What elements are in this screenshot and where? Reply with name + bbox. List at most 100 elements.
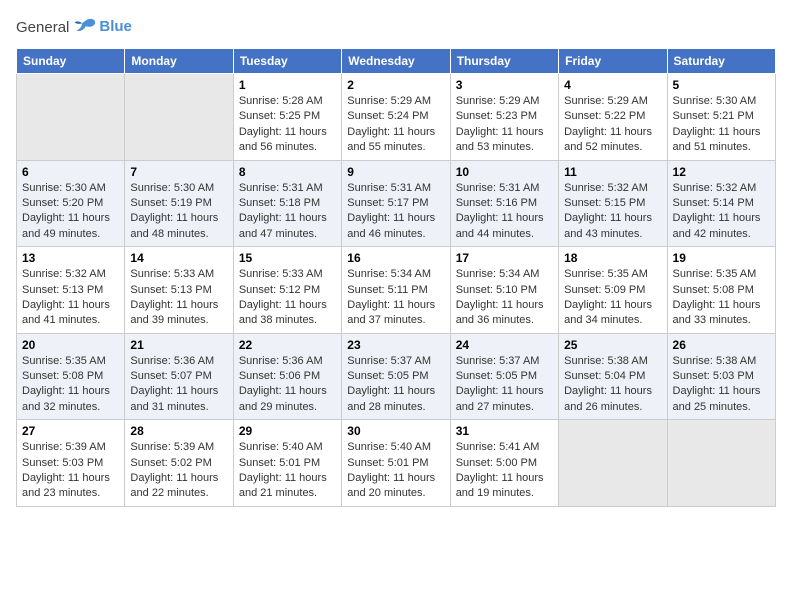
day-number: 30 [347, 424, 444, 438]
day-info: Sunrise: 5:36 AM Sunset: 5:07 PM Dayligh… [130, 354, 227, 416]
calendar-day-cell: 10 Sunrise: 5:31 AM Sunset: 5:16 PM Dayl… [450, 160, 558, 247]
day-number: 7 [130, 165, 227, 179]
day-number: 1 [239, 78, 336, 92]
day-number: 25 [564, 338, 661, 352]
day-number: 20 [22, 338, 119, 352]
daylight: Daylight: 11 hours and 21 minutes. [239, 471, 336, 502]
sunset: Sunset: 5:03 PM [22, 456, 119, 471]
daylight: Daylight: 11 hours and 42 minutes. [673, 211, 770, 242]
day-info: Sunrise: 5:36 AM Sunset: 5:06 PM Dayligh… [239, 354, 336, 416]
logo: General Blue [16, 16, 132, 38]
calendar-day-cell: 2 Sunrise: 5:29 AM Sunset: 5:24 PM Dayli… [342, 74, 450, 161]
page-header: General Blue [16, 16, 776, 38]
daylight: Daylight: 11 hours and 56 minutes. [239, 125, 336, 156]
sunset: Sunset: 5:05 PM [347, 369, 444, 384]
day-number: 6 [22, 165, 119, 179]
daylight: Daylight: 11 hours and 37 minutes. [347, 298, 444, 329]
sunrise: Sunrise: 5:37 AM [347, 354, 444, 369]
weekday-header: Saturday [667, 49, 775, 74]
day-number: 31 [456, 424, 553, 438]
day-info: Sunrise: 5:35 AM Sunset: 5:08 PM Dayligh… [22, 354, 119, 416]
sunrise: Sunrise: 5:38 AM [673, 354, 770, 369]
daylight: Daylight: 11 hours and 49 minutes. [22, 211, 119, 242]
sunset: Sunset: 5:14 PM [673, 196, 770, 211]
sunset: Sunset: 5:17 PM [347, 196, 444, 211]
sunrise: Sunrise: 5:32 AM [22, 267, 119, 282]
day-number: 13 [22, 251, 119, 265]
sunset: Sunset: 5:22 PM [564, 109, 661, 124]
sunrise: Sunrise: 5:35 AM [673, 267, 770, 282]
day-info: Sunrise: 5:34 AM Sunset: 5:11 PM Dayligh… [347, 267, 444, 329]
daylight: Daylight: 11 hours and 22 minutes. [130, 471, 227, 502]
daylight: Daylight: 11 hours and 33 minutes. [673, 298, 770, 329]
calendar-day-cell: 24 Sunrise: 5:37 AM Sunset: 5:05 PM Dayl… [450, 333, 558, 420]
day-info: Sunrise: 5:38 AM Sunset: 5:04 PM Dayligh… [564, 354, 661, 416]
calendar-day-cell: 21 Sunrise: 5:36 AM Sunset: 5:07 PM Dayl… [125, 333, 233, 420]
day-info: Sunrise: 5:30 AM Sunset: 5:21 PM Dayligh… [673, 94, 770, 156]
sunrise: Sunrise: 5:40 AM [347, 440, 444, 455]
day-number: 16 [347, 251, 444, 265]
sunrise: Sunrise: 5:30 AM [130, 181, 227, 196]
day-info: Sunrise: 5:30 AM Sunset: 5:19 PM Dayligh… [130, 181, 227, 243]
calendar-day-cell: 13 Sunrise: 5:32 AM Sunset: 5:13 PM Dayl… [17, 247, 125, 334]
sunset: Sunset: 5:01 PM [239, 456, 336, 471]
sunset: Sunset: 5:24 PM [347, 109, 444, 124]
sunrise: Sunrise: 5:36 AM [239, 354, 336, 369]
sunrise: Sunrise: 5:32 AM [673, 181, 770, 196]
day-info: Sunrise: 5:38 AM Sunset: 5:03 PM Dayligh… [673, 354, 770, 416]
calendar-day-cell: 5 Sunrise: 5:30 AM Sunset: 5:21 PM Dayli… [667, 74, 775, 161]
day-info: Sunrise: 5:32 AM Sunset: 5:14 PM Dayligh… [673, 181, 770, 243]
day-info: Sunrise: 5:33 AM Sunset: 5:13 PM Dayligh… [130, 267, 227, 329]
day-number: 11 [564, 165, 661, 179]
logo-general: General [16, 19, 69, 36]
sunrise: Sunrise: 5:33 AM [239, 267, 336, 282]
calendar-day-cell: 4 Sunrise: 5:29 AM Sunset: 5:22 PM Dayli… [559, 74, 667, 161]
weekday-header: Thursday [450, 49, 558, 74]
daylight: Daylight: 11 hours and 31 minutes. [130, 384, 227, 415]
sunrise: Sunrise: 5:29 AM [456, 94, 553, 109]
day-number: 8 [239, 165, 336, 179]
sunrise: Sunrise: 5:39 AM [22, 440, 119, 455]
day-info: Sunrise: 5:31 AM Sunset: 5:16 PM Dayligh… [456, 181, 553, 243]
day-number: 28 [130, 424, 227, 438]
day-number: 4 [564, 78, 661, 92]
day-number: 10 [456, 165, 553, 179]
calendar-day-cell: 23 Sunrise: 5:37 AM Sunset: 5:05 PM Dayl… [342, 333, 450, 420]
day-number: 2 [347, 78, 444, 92]
sunset: Sunset: 5:20 PM [22, 196, 119, 211]
sunrise: Sunrise: 5:40 AM [239, 440, 336, 455]
day-number: 24 [456, 338, 553, 352]
sunrise: Sunrise: 5:38 AM [564, 354, 661, 369]
daylight: Daylight: 11 hours and 44 minutes. [456, 211, 553, 242]
weekday-header: Friday [559, 49, 667, 74]
sunrise: Sunrise: 5:31 AM [347, 181, 444, 196]
daylight: Daylight: 11 hours and 55 minutes. [347, 125, 444, 156]
daylight: Daylight: 11 hours and 46 minutes. [347, 211, 444, 242]
daylight: Daylight: 11 hours and 51 minutes. [673, 125, 770, 156]
calendar-day-cell: 22 Sunrise: 5:36 AM Sunset: 5:06 PM Dayl… [233, 333, 341, 420]
sunrise: Sunrise: 5:30 AM [22, 181, 119, 196]
day-number: 14 [130, 251, 227, 265]
sunrise: Sunrise: 5:29 AM [347, 94, 444, 109]
sunrise: Sunrise: 5:36 AM [130, 354, 227, 369]
daylight: Daylight: 11 hours and 25 minutes. [673, 384, 770, 415]
day-info: Sunrise: 5:40 AM Sunset: 5:01 PM Dayligh… [239, 440, 336, 502]
calendar-day-cell: 26 Sunrise: 5:38 AM Sunset: 5:03 PM Dayl… [667, 333, 775, 420]
daylight: Daylight: 11 hours and 47 minutes. [239, 211, 336, 242]
weekday-row: SundayMondayTuesdayWednesdayThursdayFrid… [17, 49, 776, 74]
day-info: Sunrise: 5:34 AM Sunset: 5:10 PM Dayligh… [456, 267, 553, 329]
sunset: Sunset: 5:11 PM [347, 283, 444, 298]
day-info: Sunrise: 5:29 AM Sunset: 5:22 PM Dayligh… [564, 94, 661, 156]
calendar-day-cell [125, 74, 233, 161]
day-info: Sunrise: 5:41 AM Sunset: 5:00 PM Dayligh… [456, 440, 553, 502]
sunset: Sunset: 5:12 PM [239, 283, 336, 298]
sunset: Sunset: 5:09 PM [564, 283, 661, 298]
calendar-day-cell: 29 Sunrise: 5:40 AM Sunset: 5:01 PM Dayl… [233, 420, 341, 507]
calendar-day-cell: 30 Sunrise: 5:40 AM Sunset: 5:01 PM Dayl… [342, 420, 450, 507]
day-number: 12 [673, 165, 770, 179]
calendar-day-cell: 7 Sunrise: 5:30 AM Sunset: 5:19 PM Dayli… [125, 160, 233, 247]
sunrise: Sunrise: 5:39 AM [130, 440, 227, 455]
calendar-day-cell: 18 Sunrise: 5:35 AM Sunset: 5:09 PM Dayl… [559, 247, 667, 334]
sunset: Sunset: 5:25 PM [239, 109, 336, 124]
calendar-day-cell: 19 Sunrise: 5:35 AM Sunset: 5:08 PM Dayl… [667, 247, 775, 334]
